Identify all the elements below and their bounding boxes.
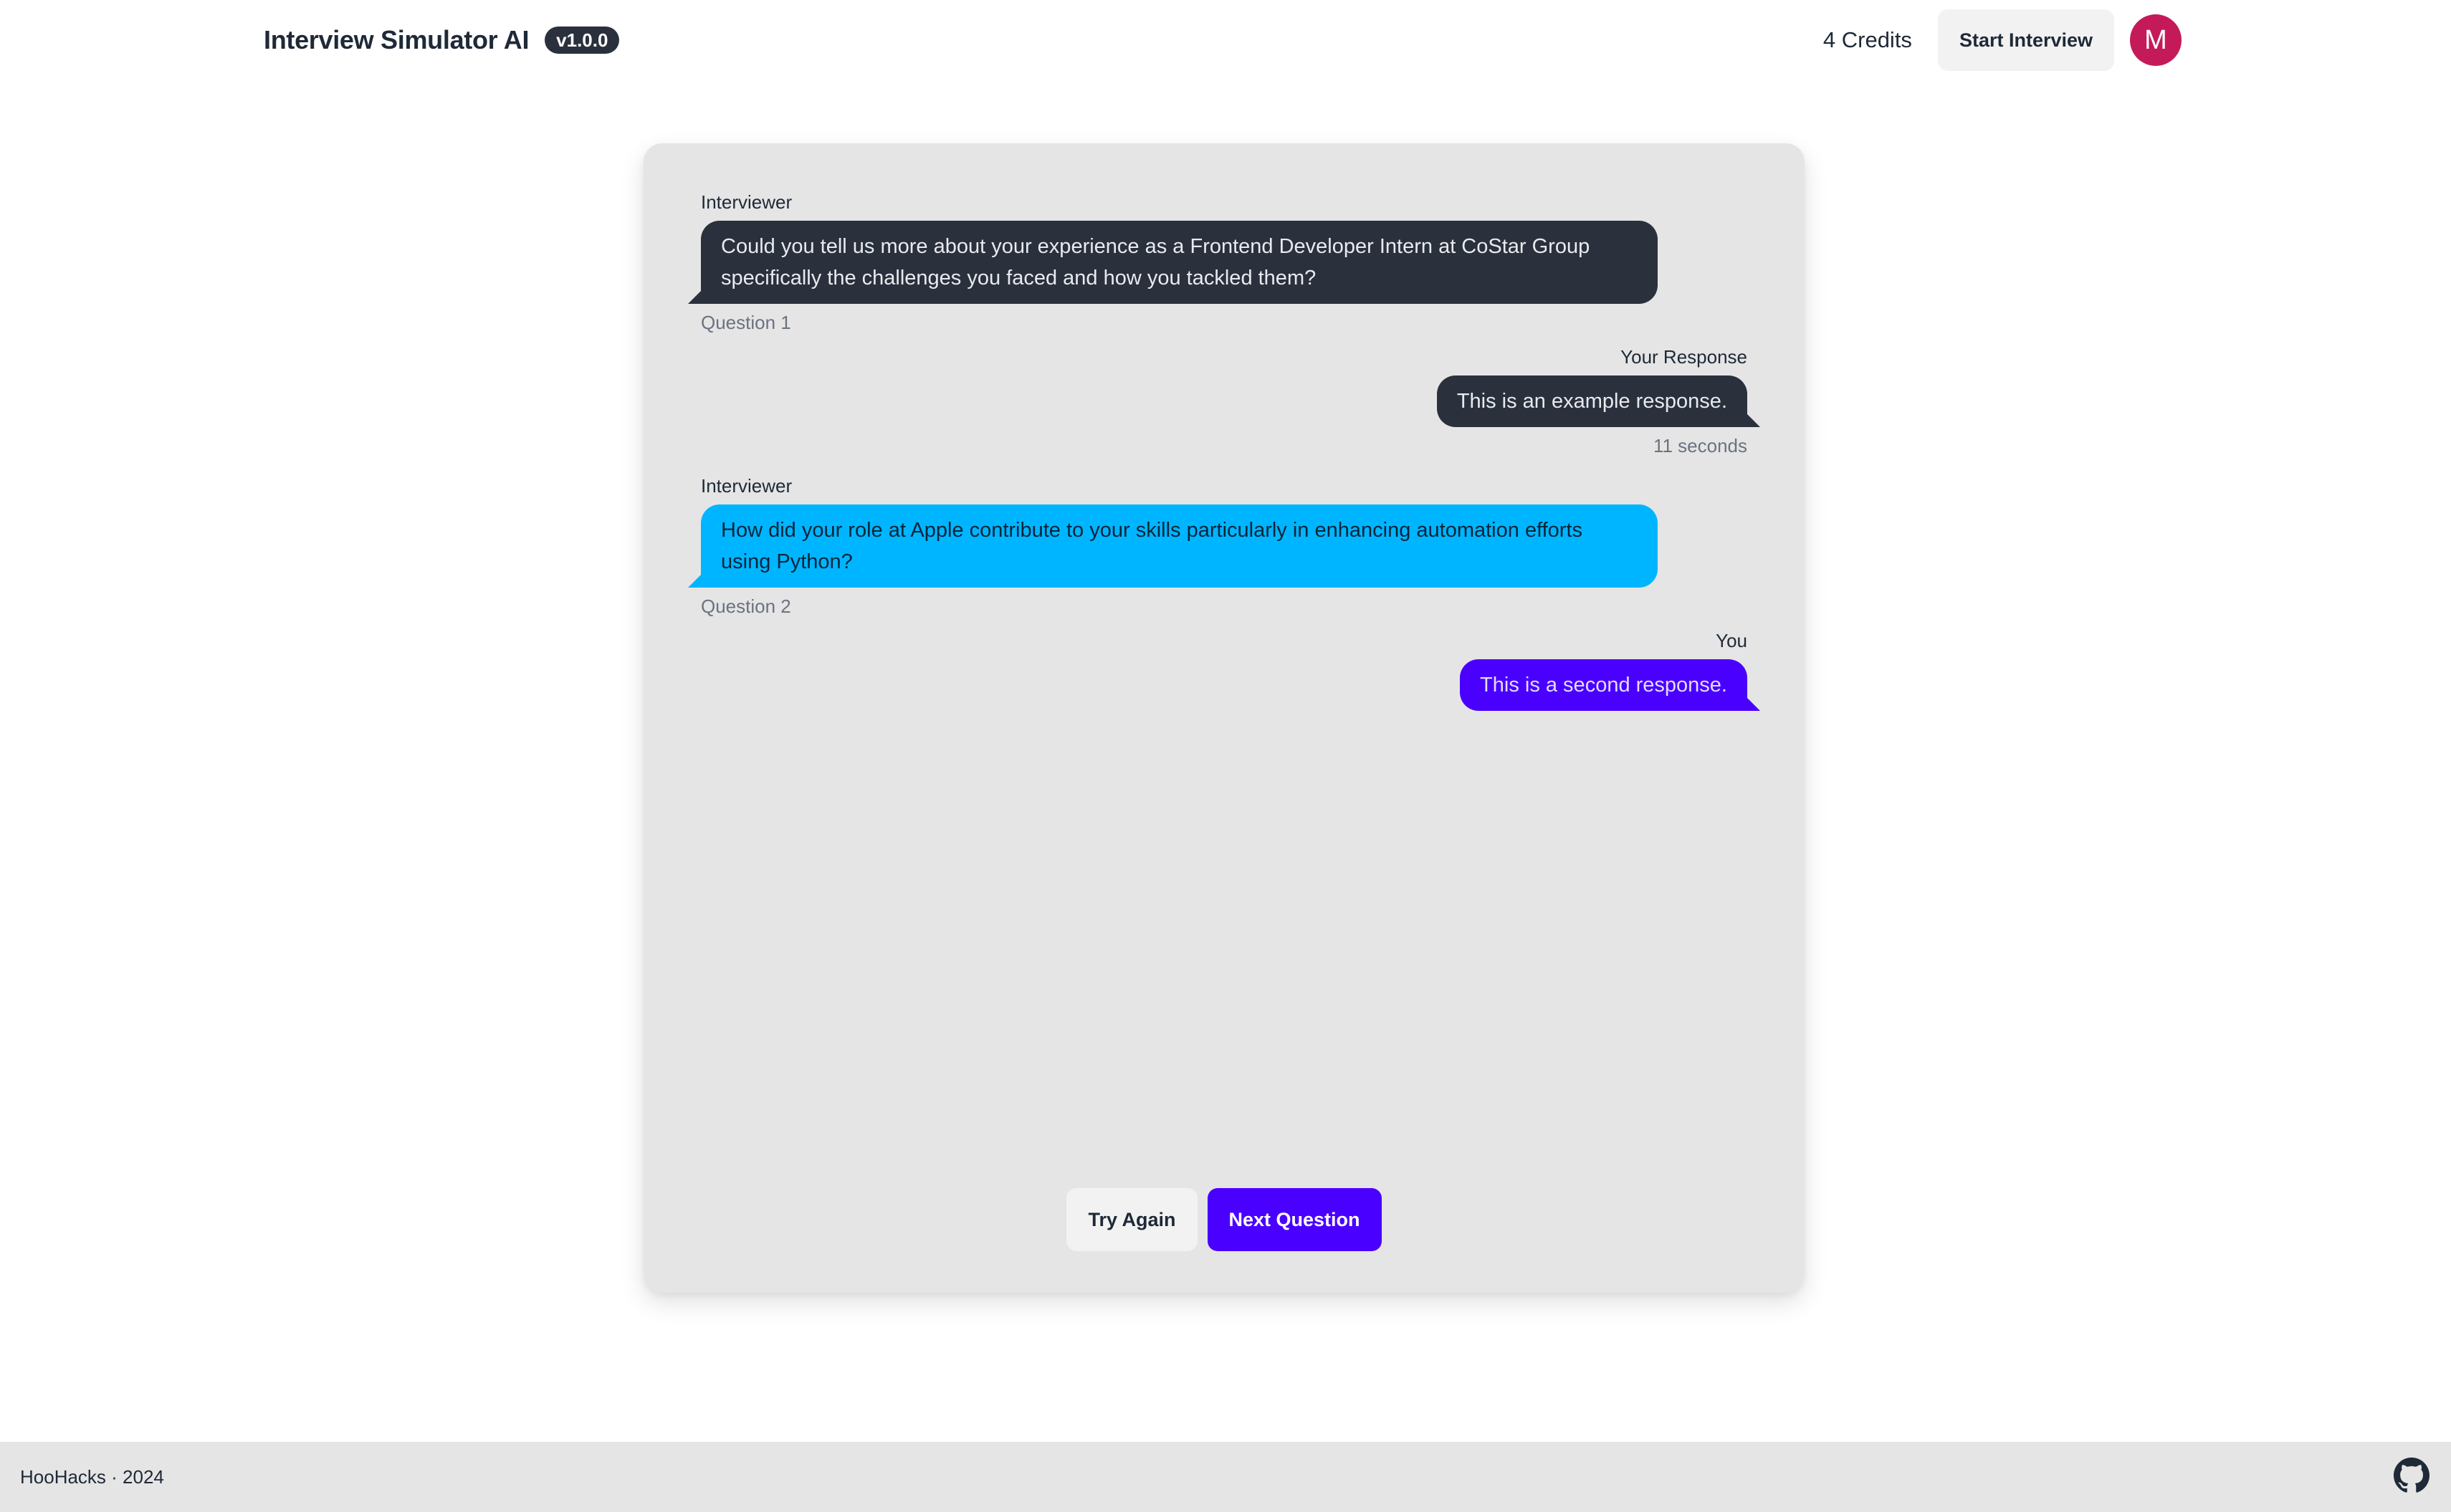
chat-footer: Question 2 <box>701 595 791 617</box>
avatar[interactable]: M <box>2130 14 2182 66</box>
credits-count: 4 Credits <box>1822 27 1912 52</box>
brand: Interview Simulator AI v1.0.0 <box>264 20 620 60</box>
navbar: Interview Simulator AI v1.0.0 4 Credits … <box>0 0 2451 80</box>
footer-text: HooHacks · 2024 <box>20 1466 164 1488</box>
chat-message-interviewer: Interviewer Could you tell us more about… <box>701 191 1658 334</box>
start-interview-button[interactable]: Start Interview <box>1937 9 2114 71</box>
interview-actions: Try Again Next Question <box>644 1188 1805 1251</box>
chat-footer: 11 seconds <box>1653 435 1747 456</box>
app-title[interactable]: Interview Simulator AI <box>264 25 529 55</box>
chat-bubble: This is a second response. <box>1460 659 1747 711</box>
github-icon[interactable] <box>2394 1458 2430 1493</box>
chat-bubble: Could you tell us more about your experi… <box>701 221 1658 304</box>
try-again-button[interactable]: Try Again <box>1066 1188 1198 1251</box>
chat-footer: Question 1 <box>701 312 791 333</box>
chat-header: You <box>1716 630 1747 651</box>
chat-bubble: This is an example response. <box>1436 375 1747 427</box>
footer: HooHacks · 2024 <box>0 1442 2451 1512</box>
chat-message-user: Your Response This is an example respons… <box>1436 345 1747 457</box>
chat-message-user: You This is a second response. <box>1460 629 1747 711</box>
nav-actions: 4 Credits Start Interview M <box>1822 9 2182 71</box>
chat-header: Interviewer <box>701 475 793 497</box>
interview-card: Interviewer Could you tell us more about… <box>644 143 1805 1293</box>
chat-header: Interviewer <box>701 191 793 213</box>
chat-bubble: How did your role at Apple contribute to… <box>701 504 1658 588</box>
next-question-button[interactable]: Next Question <box>1207 1188 1382 1251</box>
chat-message-interviewer: Interviewer How did your role at Apple c… <box>701 474 1658 618</box>
chat-header: Your Response <box>1620 346 1747 368</box>
version-badge: v1.0.0 <box>545 27 620 54</box>
